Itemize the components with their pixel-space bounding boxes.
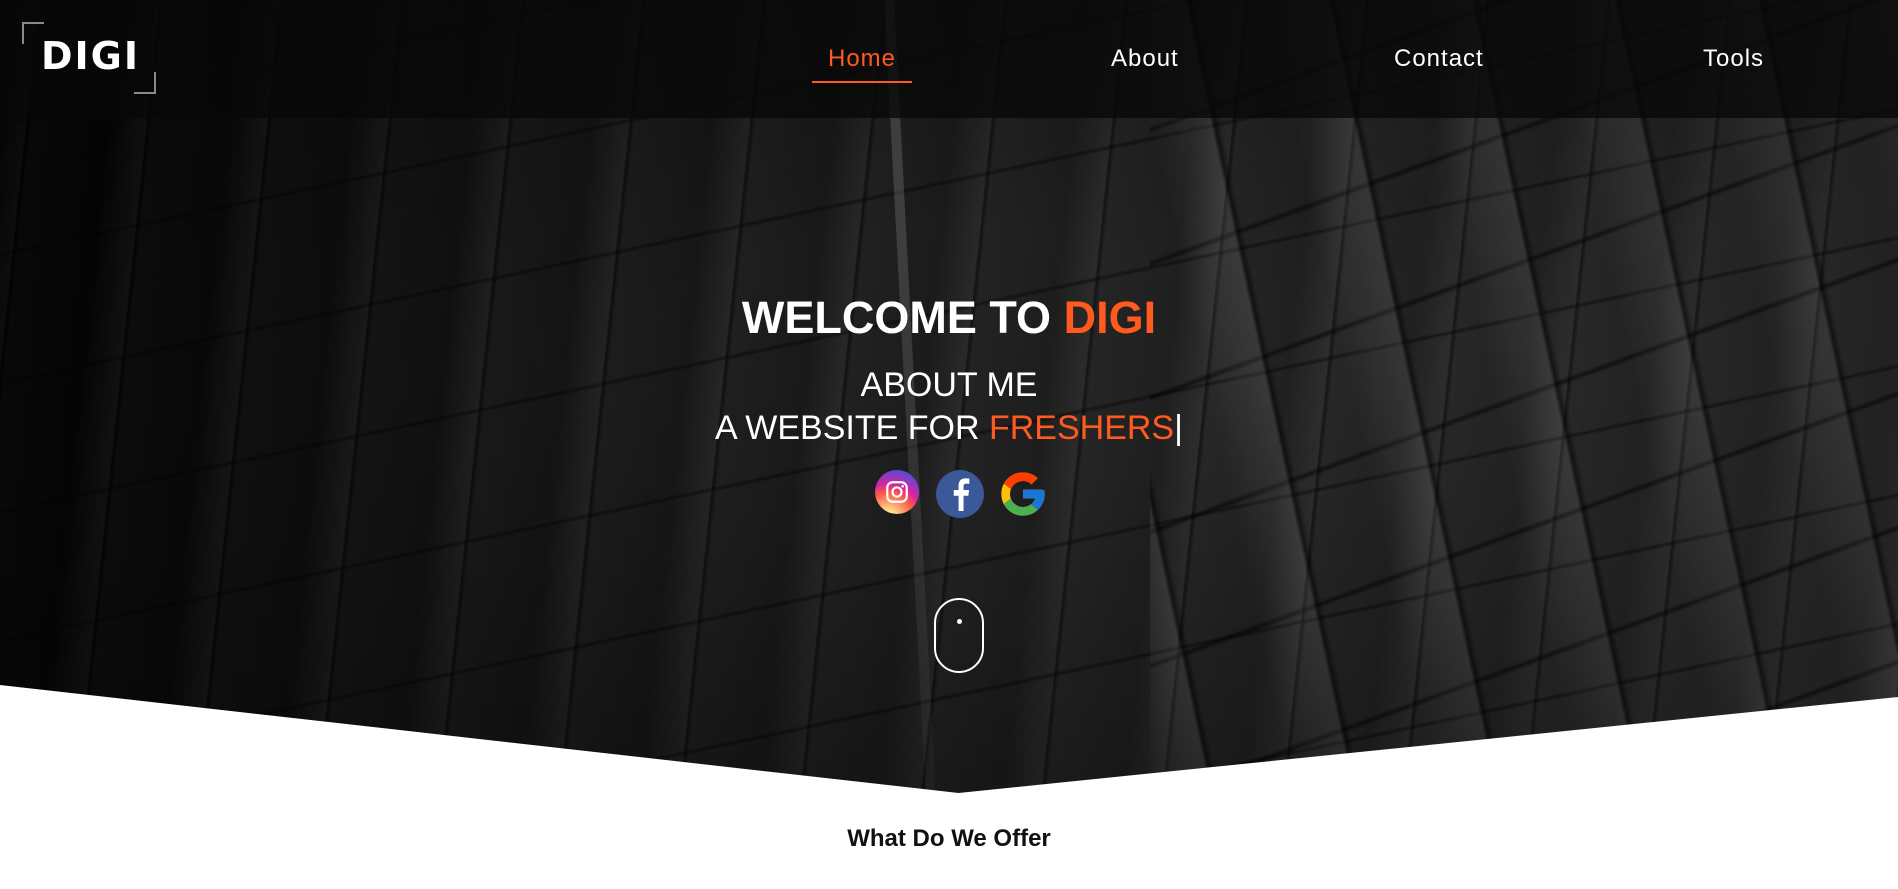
nav-contact[interactable]: Contact (1394, 44, 1484, 74)
main-nav: Home About Contact Tools (0, 0, 1898, 118)
social-links (873, 470, 1049, 522)
facebook-icon (953, 478, 970, 511)
google-icon (1001, 472, 1045, 516)
instagram-icon (886, 481, 908, 503)
hero-title: WELCOME TO DIGI (0, 292, 1898, 344)
mouse-scroll-icon[interactable] (934, 598, 984, 673)
site-header: DIGI Home About Contact Tools (0, 0, 1898, 118)
mouse-wheel-dot (957, 619, 962, 624)
hero-typing-text: A WEBSITE FOR FRESHERS| (0, 407, 1898, 449)
nav-about[interactable]: About (1111, 44, 1179, 74)
hero-title-prefix: WELCOME TO (741, 292, 1064, 343)
instagram-link[interactable] (875, 470, 919, 514)
offer-section-title: What Do We Offer (847, 825, 1051, 852)
nav-home[interactable]: Home (811, 44, 913, 83)
hero-subtitle: ABOUT ME (860, 366, 1038, 404)
nav-tools[interactable]: Tools (1703, 44, 1764, 74)
facebook-link[interactable] (936, 470, 984, 518)
typing-prefix: A WEBSITE FOR (715, 409, 989, 447)
google-link[interactable] (997, 468, 1049, 520)
hero-title-accent: DIGI (1063, 292, 1157, 343)
typing-accent: FRESHERS (988, 409, 1175, 447)
typing-cursor: | (1174, 409, 1183, 447)
